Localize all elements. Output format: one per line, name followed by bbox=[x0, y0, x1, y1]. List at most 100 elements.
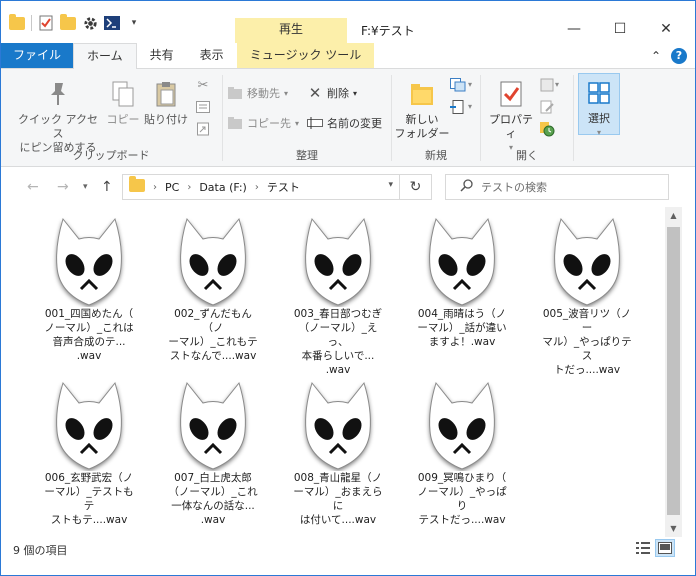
divider bbox=[31, 15, 32, 31]
breadcrumb-separator-icon[interactable]: › bbox=[255, 182, 259, 193]
vertical-scrollbar[interactable]: ▲ ▼ bbox=[665, 207, 682, 537]
details-view-icon bbox=[636, 542, 650, 554]
minimize-icon: — bbox=[567, 21, 581, 37]
file-item[interactable]: 005_波音リツ（ノー マル）_やっぱりテス トだっ....wav bbox=[535, 215, 639, 377]
back-arrow-icon[interactable]: ← bbox=[27, 179, 39, 195]
item-count: 9 個の項目 bbox=[13, 544, 68, 557]
explorer-window: ▾ 再生 F:¥テスト — ☐ ✕ ファイル ホーム 共有 表示 ミュージック … bbox=[0, 0, 696, 576]
file-item[interactable]: 002_ずんだもん（ノ ーマル）_これもテ ストなんで....wav bbox=[161, 215, 265, 363]
powershell-icon[interactable] bbox=[104, 15, 120, 31]
search-placeholder: テストの検索 bbox=[481, 181, 547, 194]
copy-to-button[interactable]: コピー先 ▾ bbox=[227, 115, 299, 131]
address-dropdown-icon[interactable]: ▾ bbox=[388, 180, 393, 190]
paste-button[interactable]: 貼り付け bbox=[141, 79, 191, 127]
open-dropdown-icon[interactable]: ▾ bbox=[555, 80, 559, 89]
audio-file-thumbnail-icon bbox=[49, 379, 129, 471]
copy-path-icon[interactable] bbox=[195, 99, 211, 115]
file-item[interactable]: 009_冥鳴ひまり（ ノーマル）_やっぱり テストだっ....wav bbox=[410, 379, 514, 527]
pin-icon bbox=[41, 79, 75, 109]
breadcrumb-separator-icon[interactable]: › bbox=[187, 182, 191, 193]
new-folder-icon bbox=[405, 79, 439, 109]
new-folder-button[interactable]: 新しい フォルダー bbox=[394, 79, 450, 141]
tab-home[interactable]: ホーム bbox=[73, 43, 137, 69]
rename-button[interactable]: 名前の変更 bbox=[307, 115, 382, 131]
move-to-button[interactable]: 移動先 ▾ bbox=[227, 85, 288, 101]
refresh-button[interactable]: ↻ bbox=[400, 174, 432, 200]
large-icons-view-icon bbox=[658, 542, 672, 554]
gear-icon[interactable] bbox=[82, 15, 98, 31]
quick-access-toolbar: ▾ bbox=[1, 1, 142, 31]
minimize-button[interactable]: — bbox=[551, 15, 597, 43]
maximize-icon: ☐ bbox=[613, 21, 627, 37]
audio-file-thumbnail-icon bbox=[173, 215, 253, 307]
easy-access-dropdown-icon[interactable]: ▾ bbox=[468, 102, 472, 111]
clipboard-group: クイック アクセス にピン留めする コピー 貼り付け ✂ クリップボード bbox=[1, 69, 221, 167]
copy-to-dropdown-icon: ▾ bbox=[295, 118, 300, 128]
organize-group-label: 整理 bbox=[296, 149, 318, 162]
pin-quick-access-button[interactable]: クイック アクセス にピン留めする bbox=[13, 79, 103, 155]
audio-file-thumbnail-icon bbox=[422, 379, 502, 471]
help-icon[interactable]: ? bbox=[671, 47, 687, 64]
audio-file-thumbnail-icon bbox=[298, 215, 378, 307]
select-dropdown-icon: ▾ bbox=[596, 128, 601, 137]
tab-view[interactable]: 表示 bbox=[187, 43, 237, 68]
tab-file[interactable]: ファイル bbox=[1, 43, 74, 68]
breadcrumb-pc[interactable]: PC bbox=[165, 181, 179, 194]
ribbon-tab-controls: ⌃ ? bbox=[651, 43, 695, 68]
select-group: 選択 ▾ bbox=[574, 69, 624, 167]
copy-button[interactable]: コピー bbox=[101, 79, 145, 127]
file-item[interactable]: 001_四国めたん（ ノーマル）_これは 音声合成のテ... .wav bbox=[37, 215, 141, 363]
new-group: 新しい フォルダー ▾ ▾ 新規 bbox=[392, 69, 480, 167]
address-bar[interactable]: › PC › Data (F:) › テスト ▾ bbox=[122, 174, 400, 200]
open-group: プロパティ ▾ ▾ 開く bbox=[481, 69, 573, 167]
paste-shortcut-icon[interactable] bbox=[195, 121, 211, 137]
close-button[interactable]: ✕ bbox=[643, 15, 689, 43]
breadcrumb-folder[interactable]: テスト bbox=[267, 179, 300, 195]
file-item[interactable]: 006_玄野武宏（ノ ーマル）_テストもテ ストもテ....wav bbox=[37, 379, 141, 527]
file-name: 005_波音リツ（ノー マル）_やっぱりテス トだっ....wav bbox=[542, 308, 632, 376]
new-folder-icon[interactable] bbox=[60, 13, 76, 31]
customize-qat-chevron-icon[interactable]: ▾ bbox=[126, 15, 142, 31]
organize-group: 移動先 ▾ コピー先 ▾ ✕ 削除 ▾ 名前の変更 整理 bbox=[223, 69, 391, 167]
scroll-thumb[interactable] bbox=[667, 227, 680, 515]
new-item-icon[interactable] bbox=[450, 77, 466, 93]
audio-file-thumbnail-icon bbox=[298, 379, 378, 471]
cut-icon[interactable]: ✂ bbox=[195, 77, 211, 93]
tab-share[interactable]: 共有 bbox=[137, 43, 187, 68]
properties-checklist-icon[interactable] bbox=[38, 15, 54, 31]
recent-locations-chevron-icon[interactable]: ▾ bbox=[83, 182, 88, 192]
forward-arrow-icon[interactable]: → bbox=[57, 179, 69, 195]
close-icon: ✕ bbox=[660, 21, 672, 37]
scroll-down-icon[interactable]: ▼ bbox=[665, 520, 682, 537]
delete-button[interactable]: ✕ 削除 ▾ bbox=[307, 84, 357, 102]
maximize-button[interactable]: ☐ bbox=[597, 15, 643, 43]
file-name: 002_ずんだもん（ノ ーマル）_これもテ ストなんで....wav bbox=[168, 308, 258, 362]
breadcrumb-separator-icon[interactable]: › bbox=[153, 182, 157, 193]
file-name: 007_白上虎太郎 （ノーマル）_これ 一体なんの話な... .wav bbox=[168, 472, 258, 526]
tab-music-tools[interactable]: ミュージック ツール bbox=[236, 43, 375, 68]
properties-button[interactable]: プロパティ ▾ bbox=[485, 79, 537, 155]
properties-checklist-icon bbox=[494, 79, 528, 109]
details-view-button[interactable] bbox=[633, 539, 653, 557]
collapse-ribbon-icon[interactable]: ⌃ bbox=[651, 49, 661, 63]
rename-icon bbox=[307, 115, 323, 131]
new-item-dropdown-icon[interactable]: ▾ bbox=[468, 80, 472, 89]
easy-access-icon[interactable] bbox=[450, 99, 466, 115]
file-item[interactable]: 004_雨晴はう（ノ ーマル）_話が違い ますよ！.wav bbox=[410, 215, 514, 349]
edit-icon[interactable] bbox=[539, 99, 555, 115]
move-to-dropdown-icon: ▾ bbox=[284, 88, 289, 98]
large-icons-view-button[interactable] bbox=[655, 539, 675, 557]
new-group-label: 新規 bbox=[425, 149, 447, 162]
select-button[interactable]: 選択 ▾ bbox=[578, 73, 620, 137]
file-item[interactable]: 008_青山龍星（ノ ーマル）_おまえらに は付いて....wav bbox=[286, 379, 390, 527]
file-item[interactable]: 007_白上虎太郎 （ノーマル）_これ 一体なんの話な... .wav bbox=[161, 379, 265, 527]
scroll-up-icon[interactable]: ▲ bbox=[665, 207, 682, 224]
up-arrow-icon[interactable]: ↑ bbox=[101, 179, 113, 195]
copy-icon bbox=[106, 79, 140, 109]
breadcrumb-drive[interactable]: Data (F:) bbox=[199, 181, 247, 194]
file-item[interactable]: 003_春日部つむぎ （ノーマル）_えっ、 本番らしいで... .wav bbox=[286, 215, 390, 377]
open-icon[interactable] bbox=[539, 77, 555, 93]
file-name: 009_冥鳴ひまり（ ノーマル）_やっぱり テストだっ....wav bbox=[417, 472, 507, 526]
history-icon[interactable] bbox=[539, 121, 555, 137]
search-box[interactable]: テストの検索 bbox=[445, 174, 669, 200]
